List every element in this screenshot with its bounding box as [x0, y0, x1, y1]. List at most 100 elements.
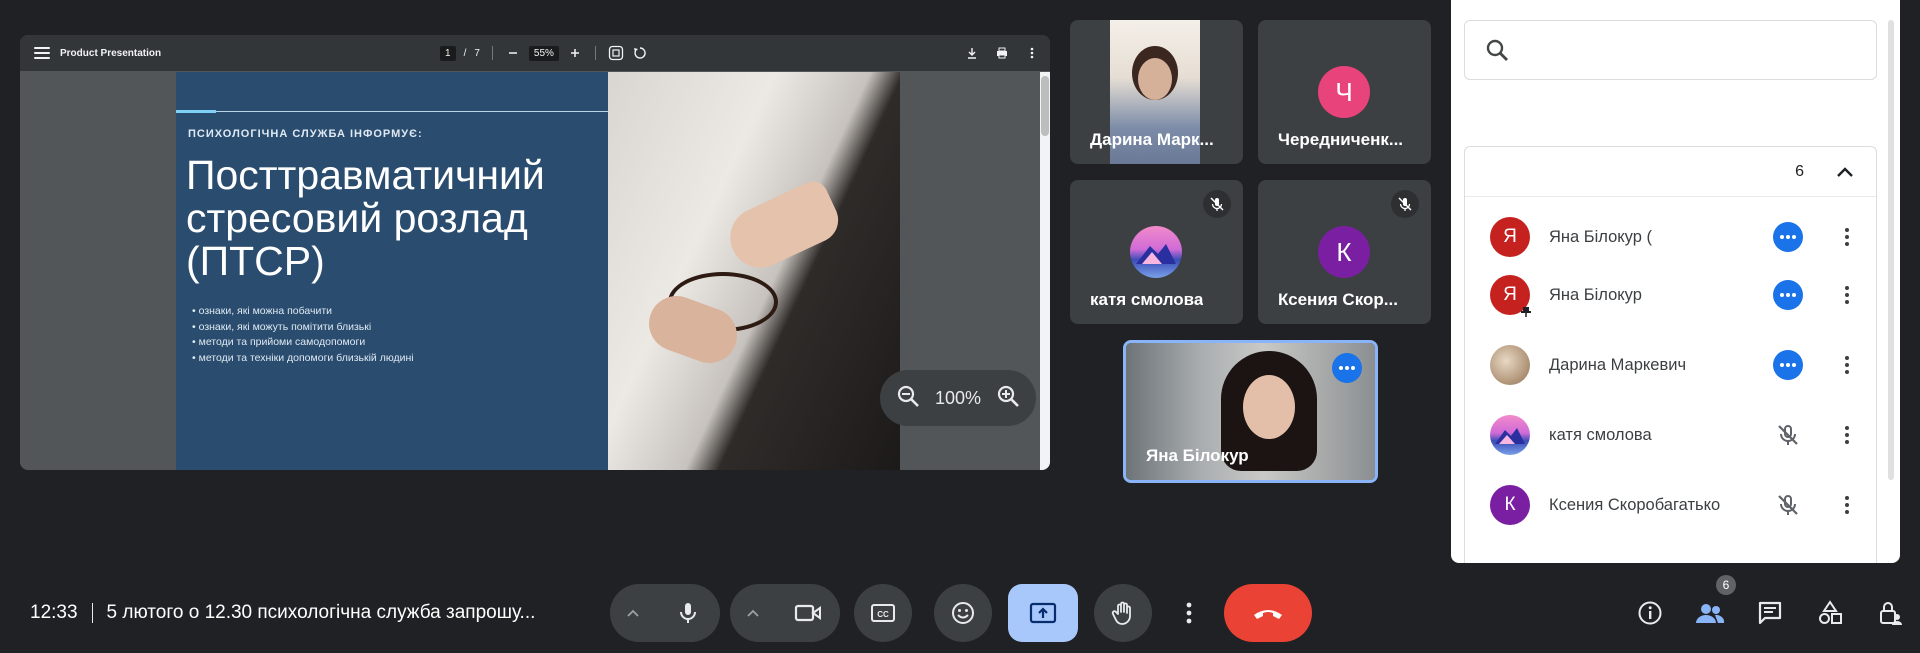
pin-icon: [1520, 305, 1532, 323]
zoom-in-magnifier-icon[interactable]: [996, 384, 1020, 413]
slide-bullet: методи та прийоми самодопомоги: [192, 335, 414, 351]
participant-name: Дарина Маркевич: [1549, 355, 1687, 374]
mic-off-icon: [1773, 420, 1803, 450]
meeting-details-button[interactable]: [1620, 600, 1680, 626]
leave-call-button[interactable]: [1224, 584, 1312, 642]
download-icon[interactable]: [964, 45, 980, 61]
participant-row[interactable]: катя смолова: [1465, 405, 1878, 465]
present-button[interactable]: [1008, 584, 1078, 642]
chevron-up-icon[interactable]: [610, 608, 656, 618]
people-search-input[interactable]: [1523, 41, 1863, 59]
print-icon[interactable]: [994, 45, 1010, 61]
people-search-box[interactable]: [1464, 20, 1877, 80]
more-options-icon[interactable]: [1773, 350, 1803, 380]
slide-bullet: методи та техніки допомоги близькій люди…: [192, 351, 414, 367]
more-vert-icon[interactable]: [1837, 280, 1857, 310]
chevron-up-icon[interactable]: [730, 608, 776, 618]
participant-tile[interactable]: катя смолова: [1070, 180, 1243, 324]
pdf-page-controls: 1 / 7 55%: [440, 35, 648, 71]
more-options-icon[interactable]: [1773, 280, 1803, 310]
in-meeting-group: 6 Я Яна Білокур ( Я Яна Білокур Дарина М…: [1464, 146, 1877, 563]
mic-off-icon: [1773, 490, 1803, 520]
more-vert-icon[interactable]: [1837, 350, 1857, 380]
toolbar-divider: [594, 46, 596, 60]
participant-tile[interactable]: Ч Чередниченк...: [1258, 20, 1431, 164]
participant-tile[interactable]: К Ксения Скор...: [1258, 180, 1431, 324]
participant-name: Чередниченк...: [1278, 130, 1404, 149]
end-call-icon: [1254, 610, 1282, 619]
participant-row[interactable]: Я Яна Білокур (: [1465, 207, 1878, 267]
people-button[interactable]: 6: [1680, 575, 1740, 625]
mic-off-icon: [1203, 190, 1231, 218]
shapes-icon: [1819, 600, 1842, 624]
zoom-level[interactable]: 55%: [528, 45, 559, 61]
reactions-button[interactable]: [934, 584, 992, 642]
microphone-icon[interactable]: [656, 601, 720, 625]
page-number-input[interactable]: 1: [440, 45, 456, 61]
photo-hand: [720, 176, 846, 278]
people-icon: [1696, 604, 1725, 623]
people-panel: 6 Я Яна Білокур ( Я Яна Білокур Дарина М…: [1451, 0, 1900, 563]
more-options-icon[interactable]: [1332, 353, 1362, 383]
host-controls-button[interactable]: [1860, 600, 1920, 626]
participant-name: Ксения Скор...: [1278, 290, 1398, 309]
participant-tile[interactable]: Дарина Марк...: [1070, 20, 1243, 164]
avatar: К: [1318, 226, 1370, 278]
activities-button[interactable]: [1800, 600, 1860, 626]
camera-icon[interactable]: [776, 603, 840, 623]
zoom-in-icon[interactable]: [567, 45, 583, 61]
chevron-up-icon[interactable]: [1836, 166, 1854, 178]
participant-name: Яна Білокур: [1549, 285, 1642, 304]
participant-name: Ксения Скоробагатько: [1549, 495, 1721, 514]
divider: [91, 603, 93, 623]
participant-name: катя смолова: [1090, 290, 1204, 309]
self-view-tile[interactable]: Яна Білокур: [1123, 340, 1378, 483]
scrollbar-thumb[interactable]: [1041, 76, 1049, 136]
avatar: Я: [1490, 217, 1530, 257]
avatar: К: [1490, 485, 1530, 525]
zoom-out-magnifier-icon[interactable]: [896, 384, 920, 413]
more-vert-icon[interactable]: [1024, 45, 1040, 61]
captions-button[interactable]: CC: [854, 584, 912, 642]
video-person-face: [1243, 375, 1295, 439]
chat-button[interactable]: [1740, 600, 1800, 626]
call-controls-bar: 12:33 5 лютого о 12.30 психологічна служ…: [0, 575, 1920, 646]
lock-person-icon: [1880, 602, 1902, 625]
more-vert-icon[interactable]: [1837, 222, 1857, 252]
page-total: 7: [474, 47, 480, 59]
slide-accent-bar: [176, 110, 216, 113]
zoom-pill: 100%: [880, 370, 1036, 426]
chat-icon: [1758, 601, 1782, 625]
rotate-icon[interactable]: [632, 45, 648, 61]
hand-icon: [1111, 601, 1131, 625]
more-options-button[interactable]: [1160, 584, 1218, 642]
group-header[interactable]: 6: [1465, 147, 1876, 197]
mountain-image-icon: [1495, 428, 1525, 444]
participant-name: Дарина Марк...: [1090, 130, 1214, 149]
more-vert-icon[interactable]: [1837, 420, 1857, 450]
panel-scrollbar[interactable]: [1888, 20, 1894, 480]
pdf-title: Product Presentation: [60, 47, 162, 59]
slide-bullet: ознаки, які можуть помітити близькі: [192, 320, 414, 336]
participant-name: Яна Білокур: [1146, 446, 1249, 465]
more-options-icon[interactable]: [1773, 222, 1803, 252]
menu-icon[interactable]: [34, 47, 50, 59]
camera-control: [730, 584, 840, 642]
present-screen-icon: [1029, 602, 1057, 624]
zoom-out-icon[interactable]: [505, 45, 521, 61]
participant-row[interactable]: К Ксения Скоробагатько: [1465, 475, 1878, 535]
fit-page-icon[interactable]: [608, 45, 624, 61]
participant-name: Яна Білокур (: [1549, 227, 1652, 246]
participant-row[interactable]: Дарина Маркевич: [1465, 335, 1878, 395]
avatar-image: [1490, 415, 1530, 455]
participant-row[interactable]: Я Яна Білокур: [1465, 265, 1878, 325]
toolbar-divider: [491, 46, 493, 60]
pdf-actions: [964, 35, 1040, 71]
participant-name: катя смолова: [1549, 425, 1652, 444]
pdf-scrollbar[interactable]: [1040, 72, 1050, 470]
raise-hand-button[interactable]: [1094, 584, 1152, 642]
slide-photo: [608, 72, 900, 470]
slide-title: Посттравматичний стресовий розлад (ПТСР): [186, 152, 545, 284]
more-vert-icon[interactable]: [1837, 490, 1857, 520]
slide-bullets: ознаки, які можна побачити ознаки, які м…: [192, 304, 414, 366]
